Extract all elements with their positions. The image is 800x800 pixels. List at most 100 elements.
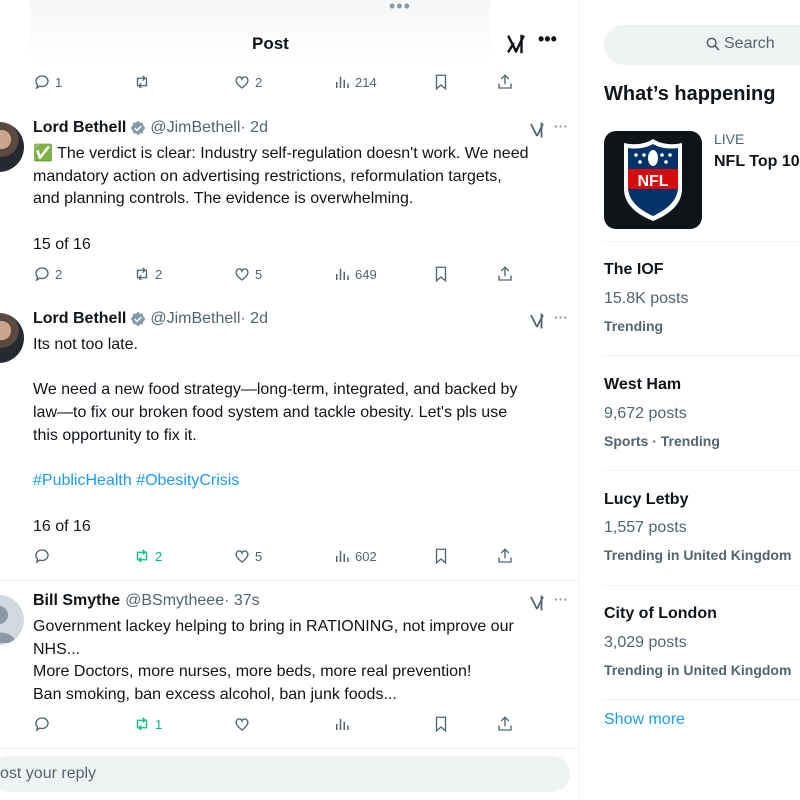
views-button[interactable]: 649 bbox=[333, 262, 377, 286]
tweet-line: Its not too late. bbox=[33, 336, 138, 353]
bookmark-icon bbox=[435, 266, 447, 283]
featured-title[interactable]: NFL Top 10 bbox=[714, 153, 800, 171]
like-button[interactable]: 5 bbox=[233, 544, 262, 568]
repost-button[interactable]: 1 bbox=[133, 712, 162, 736]
views-button[interactable]: 602 bbox=[333, 544, 377, 568]
thread-counter: 16 of 16 bbox=[33, 517, 91, 535]
author-handle[interactable]: @JimBethell bbox=[150, 310, 240, 328]
avatar[interactable] bbox=[0, 313, 24, 363]
right-sidebar: Search What’s happening NFL LIVE NFL Top… bbox=[580, 0, 800, 800]
tweet-line: NHS... bbox=[33, 640, 81, 658]
share-icon bbox=[498, 74, 512, 89]
drag-handle-icon[interactable]: ••• bbox=[389, 0, 411, 17]
tweet-line: this opportunity to fix it. bbox=[33, 426, 197, 444]
tweet-header: Lord Bethell @JimBethell · 2d bbox=[33, 119, 268, 137]
share-icon bbox=[498, 266, 512, 281]
action-row: 1 2 214 bbox=[0, 70, 579, 94]
divider bbox=[604, 585, 800, 586]
search-placeholder: Search bbox=[724, 35, 775, 52]
tweet-line: Ban smoking, ban excess alcohol, ban jun… bbox=[33, 686, 397, 704]
bookmark-button[interactable] bbox=[432, 712, 450, 736]
trend-name[interactable]: West Ham bbox=[604, 376, 681, 394]
author-handle[interactable]: @BSmytheee bbox=[125, 592, 224, 610]
reply-count: 2 bbox=[55, 266, 63, 282]
bookmark-button[interactable] bbox=[432, 262, 450, 286]
page-title: Post bbox=[252, 34, 289, 53]
share-button[interactable] bbox=[496, 262, 514, 286]
author-name[interactable]: Bill Smythe bbox=[33, 592, 120, 610]
bookmark-button[interactable] bbox=[432, 544, 450, 568]
tweet-line: Government lackey helping to bring in RA… bbox=[33, 618, 514, 635]
author-name[interactable]: Lord Bethell bbox=[33, 310, 126, 328]
more-icon[interactable]: ··· bbox=[554, 309, 568, 325]
grok-icon[interactable] bbox=[528, 594, 546, 612]
bookmark-icon bbox=[435, 74, 447, 91]
post-time[interactable]: · 37s bbox=[224, 592, 260, 610]
tweet-line: mandatory action on advertising restrict… bbox=[33, 167, 502, 185]
reply-button[interactable]: 2 bbox=[33, 262, 62, 286]
analytics-icon bbox=[336, 76, 349, 88]
post-time[interactable]: · 2d bbox=[240, 310, 268, 328]
repost-button[interactable] bbox=[133, 70, 155, 94]
repost-icon bbox=[136, 267, 148, 281]
show-more-link[interactable]: Show more bbox=[604, 711, 685, 729]
repost-button[interactable]: 2 bbox=[133, 544, 162, 568]
bookmark-icon bbox=[435, 548, 447, 565]
trend-name[interactable]: City of London bbox=[604, 605, 717, 623]
tweet-line bbox=[33, 357, 553, 380]
tweet-line: We need a new food strategy—long-term, i… bbox=[33, 381, 518, 399]
tweet-line bbox=[33, 211, 553, 234]
like-button[interactable]: 2 bbox=[233, 70, 262, 94]
reply-icon bbox=[35, 267, 49, 282]
author-name[interactable]: Lord Bethell bbox=[33, 119, 126, 137]
share-button[interactable] bbox=[496, 70, 514, 94]
avatar[interactable] bbox=[0, 122, 24, 172]
views-button[interactable]: 214 bbox=[333, 70, 377, 94]
share-icon bbox=[498, 548, 512, 563]
share-button[interactable] bbox=[496, 544, 514, 568]
hashtag-link[interactable]: #ObesityCrisis bbox=[136, 472, 239, 489]
grok-icon[interactable] bbox=[505, 33, 527, 55]
trend-posts: 15.8K posts bbox=[604, 290, 689, 307]
divider bbox=[0, 748, 579, 749]
views-button[interactable] bbox=[333, 712, 355, 736]
post-time[interactable]: · 2d bbox=[240, 119, 268, 137]
grok-icon[interactable] bbox=[528, 312, 546, 330]
verified-badge-icon bbox=[131, 120, 146, 136]
bookmark-icon bbox=[435, 716, 447, 733]
repost-icon bbox=[136, 75, 148, 89]
action-row: 2 2 5 649 bbox=[0, 262, 579, 286]
trend-name[interactable]: The IOF bbox=[604, 261, 664, 279]
hashtag-link[interactable]: #PublicHealth bbox=[33, 472, 132, 489]
trend-posts: 3,029 posts bbox=[604, 634, 687, 651]
divider bbox=[604, 355, 800, 356]
tweet-text: Government lackey helping to bring in RA… bbox=[33, 616, 553, 707]
reply-button[interactable]: 1 bbox=[33, 70, 62, 94]
divider bbox=[0, 580, 579, 581]
grok-icon[interactable] bbox=[528, 121, 546, 139]
reply-icon bbox=[35, 717, 49, 732]
like-count: 5 bbox=[255, 266, 263, 282]
reply-button[interactable] bbox=[33, 544, 55, 568]
avatar[interactable] bbox=[0, 595, 24, 645]
more-icon[interactable]: ··· bbox=[554, 591, 568, 607]
nfl-logo[interactable]: NFL bbox=[604, 131, 702, 229]
header-backdrop bbox=[30, 0, 490, 64]
reply-placeholder[interactable]: ost your reply bbox=[0, 765, 96, 783]
bookmark-button[interactable] bbox=[432, 70, 450, 94]
like-button[interactable] bbox=[233, 712, 255, 736]
heart-icon bbox=[235, 268, 249, 281]
trend-name[interactable]: Lucy Letby bbox=[604, 491, 688, 509]
like-button[interactable]: 5 bbox=[233, 262, 262, 286]
verified-badge-icon bbox=[131, 311, 146, 327]
analytics-icon bbox=[336, 718, 349, 730]
hashtag-line: #PublicHealth #ObesityCrisis bbox=[33, 470, 553, 493]
more-icon[interactable]: ··· bbox=[554, 118, 568, 134]
share-button[interactable] bbox=[496, 712, 514, 736]
reply-button[interactable] bbox=[33, 712, 55, 736]
trend-category: Sports · Trending bbox=[604, 433, 720, 449]
repost-button[interactable]: 2 bbox=[133, 262, 162, 286]
live-label: LIVE bbox=[714, 131, 745, 147]
author-handle[interactable]: @JimBethell bbox=[150, 119, 240, 137]
more-options-icon[interactable]: ••• bbox=[538, 29, 557, 50]
